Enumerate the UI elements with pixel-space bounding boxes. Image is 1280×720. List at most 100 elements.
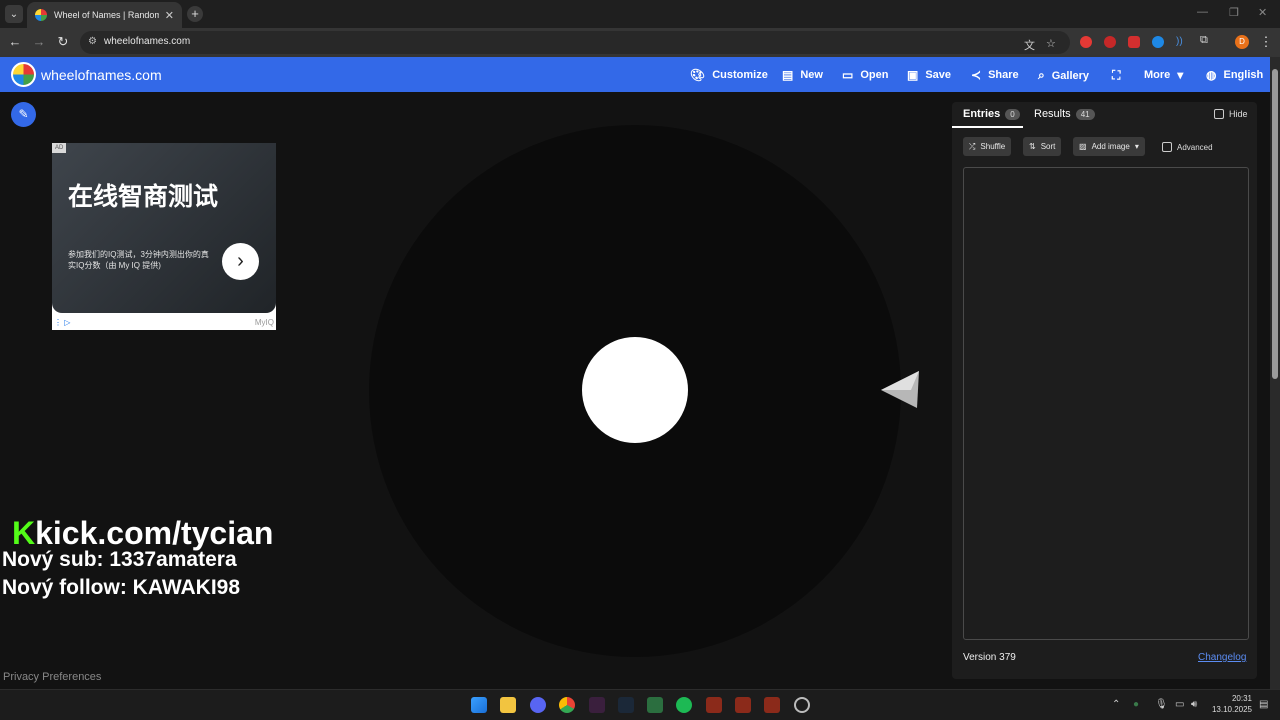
chevron-right-icon[interactable]: ›: [222, 243, 259, 280]
taskbar: ⌃ ● 🎙︎ ▭ 🔊︎ 20:31 13.10.2025 ▤: [0, 689, 1280, 720]
more-button[interactable]: More ▾: [1144, 68, 1183, 82]
bookmark-star-icon[interactable]: ☆: [1046, 37, 1056, 50]
extension-icon[interactable]: [1080, 36, 1092, 48]
adchoices-icon[interactable]: ⋮ ▷: [54, 318, 70, 327]
customize-label: Customize: [712, 69, 768, 81]
game-icon[interactable]: [764, 697, 780, 713]
kick-channel: Kkick.com/tycian: [12, 515, 273, 552]
profile-avatar[interactable]: D: [1235, 35, 1249, 49]
address-bar[interactable]: ⚙ wheelofnames.com 文 ☆: [80, 31, 1070, 54]
hide-toggle[interactable]: Hide: [1214, 109, 1248, 119]
floppy-disk-icon: ▣: [907, 68, 919, 82]
sort-button[interactable]: ⇅ Sort: [1023, 137, 1062, 156]
globe-icon: ◍: [1206, 68, 1217, 82]
advertisement[interactable]: 在线智商测试 参加我们的IQ测试，3分钟内测出你的真实IQ分数（由 My IQ …: [52, 143, 276, 330]
share-label: Share: [988, 69, 1019, 81]
spotify-icon[interactable]: [676, 697, 692, 713]
entries-textarea[interactable]: [963, 167, 1249, 640]
game-icon[interactable]: [735, 697, 751, 713]
site-info-icon[interactable]: ⚙: [88, 36, 97, 47]
new-tab-button[interactable]: +: [187, 6, 203, 22]
app-icon[interactable]: [794, 697, 810, 713]
ad-banner[interactable]: 在线智商测试 参加我们的IQ测试，3分钟内测出你的真实IQ分数（由 My IQ …: [52, 143, 276, 313]
clock-date: 13.10.2025: [1211, 705, 1252, 714]
customize-button[interactable]: 🎨︎ Customize: [690, 68, 768, 82]
steam-icon[interactable]: [618, 697, 634, 713]
image-icon: ▨: [1079, 142, 1087, 151]
privacy-preferences-link[interactable]: Privacy Preferences: [3, 671, 101, 683]
file-icon: ▤: [782, 68, 794, 82]
microphone-icon[interactable]: 🎙︎: [1155, 699, 1168, 710]
maximize-icon[interactable]: ❐: [1229, 6, 1239, 19]
close-icon[interactable]: ✕: [165, 9, 174, 22]
share-icon: ≺: [971, 68, 982, 82]
app-icon[interactable]: [589, 697, 605, 713]
version-text: Version 379: [963, 652, 1016, 663]
ad-brand: MyIQ: [254, 318, 274, 327]
advanced-checkbox[interactable]: [1162, 142, 1172, 152]
extension-icon[interactable]: [1104, 36, 1116, 48]
chrome-icon[interactable]: [559, 697, 575, 713]
app-icon[interactable]: [647, 697, 663, 713]
language-label: English: [1223, 69, 1264, 81]
network-icon[interactable]: ▭: [1175, 699, 1184, 710]
entries-tab-label: Entries: [963, 108, 1001, 120]
save-label: Save: [925, 69, 952, 81]
wheel-center-button[interactable]: [582, 337, 688, 443]
system-clock[interactable]: 20:31 13.10.2025: [1210, 693, 1252, 715]
browser-tabbar: ⌄ Wheel of Names | Random name picker ✕ …: [0, 0, 1280, 28]
advanced-toggle[interactable]: Advanced: [1162, 142, 1213, 152]
open-button[interactable]: ▭ Open: [842, 68, 888, 82]
save-button[interactable]: ▣ Save: [907, 68, 951, 82]
browser-menu-icon[interactable]: ⋮: [1258, 34, 1274, 50]
wheel-favicon-icon: [35, 9, 47, 21]
entries-count-badge: 0: [1005, 108, 1020, 120]
windows-start-icon[interactable]: [471, 697, 487, 713]
forward-arrow-icon[interactable]: →: [31, 34, 47, 49]
file-explorer-icon[interactable]: [500, 697, 516, 713]
site-brand[interactable]: wheelofnames.com: [41, 67, 162, 83]
folder-open-icon: ▭: [842, 68, 854, 82]
back-arrow-icon[interactable]: ←: [7, 34, 23, 49]
ad-badge: AD: [52, 143, 67, 153]
tab-entries[interactable]: Entries 0: [963, 108, 1020, 120]
add-image-label: Add image: [1091, 142, 1130, 151]
add-image-button[interactable]: ▨ Add image ▾: [1073, 137, 1145, 156]
tab-search-button[interactable]: ⌄: [5, 5, 23, 23]
results-tab-label: Results: [1034, 108, 1071, 120]
browser-tab[interactable]: Wheel of Names | Random name picker ✕: [27, 2, 182, 28]
page-scrollbar[interactable]: [1270, 57, 1280, 689]
extensions-puzzle-icon[interactable]: ⧉: [1200, 34, 1212, 46]
ad-title: 在线智商测试: [68, 183, 219, 211]
volume-icon[interactable]: 🔊︎: [1191, 699, 1197, 710]
tab-results[interactable]: Results 41: [1034, 108, 1095, 120]
new-button[interactable]: ▤ New: [782, 68, 823, 82]
clock-time: 20:31: [1231, 694, 1252, 703]
minimize-icon[interactable]: —: [1197, 6, 1208, 18]
language-button[interactable]: ◍ English: [1206, 68, 1263, 82]
hide-checkbox[interactable]: [1214, 109, 1224, 119]
gallery-button[interactable]: ⌕ Gallery: [1038, 68, 1089, 83]
chevron-up-icon[interactable]: ⌃: [1112, 699, 1120, 710]
shuffle-button[interactable]: ⤮ Shuffle: [963, 137, 1012, 156]
reload-icon[interactable]: ↻: [55, 34, 71, 50]
extension-icon[interactable]: [1152, 36, 1164, 48]
scrollbar-thumb[interactable]: [1272, 69, 1278, 379]
site-header: wheelofnames.com 🎨︎ Customize ▤ New ▭ Op…: [0, 57, 1270, 92]
gallery-label: Gallery: [1051, 69, 1090, 82]
fullscreen-button[interactable]: ⛶: [1112, 68, 1120, 83]
translate-icon[interactable]: 文: [1024, 37, 1035, 53]
open-label: Open: [860, 69, 889, 81]
discord-icon[interactable]: [530, 697, 546, 713]
url-text: wheelofnames.com: [104, 36, 191, 47]
wheel-logo-icon[interactable]: [11, 62, 36, 87]
share-button[interactable]: ≺ Share: [971, 68, 1019, 82]
extension-icon[interactable]: [1128, 36, 1140, 48]
tray-app-icon[interactable]: ●: [1133, 699, 1139, 710]
game-icon[interactable]: [706, 697, 722, 713]
edit-pencil-button[interactable]: ✎: [11, 102, 36, 127]
changelog-link[interactable]: Changelog: [1198, 652, 1246, 663]
extension-icon[interactable]: )): [1176, 36, 1188, 48]
notification-icon[interactable]: ▤: [1259, 699, 1268, 710]
window-close-icon[interactable]: ✕: [1258, 6, 1267, 19]
